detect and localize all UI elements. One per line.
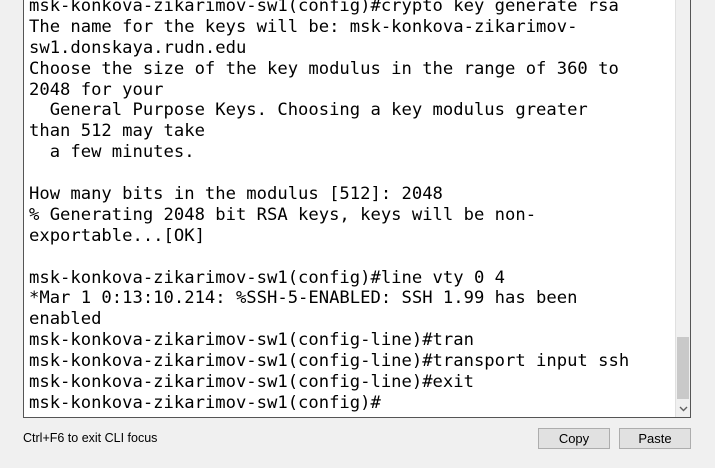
cli-terminal[interactable]: msk-konkova-zikarimov-sw1(config)#crypto… bbox=[23, 0, 691, 418]
terminal-line: *Mar 1 0:13:10.214: %SSH-5-ENABLED: SSH … bbox=[29, 288, 578, 309]
terminal-line: msk-konkova-zikarimov-sw1(config)#line v… bbox=[29, 267, 505, 288]
terminal-line: than 512 may take bbox=[29, 121, 205, 142]
terminal-line: msk-konkova-zikarimov-sw1(config-line)#e… bbox=[29, 372, 474, 393]
scrollbar-thumb[interactable] bbox=[677, 337, 689, 399]
terminal-line: msk-konkova-zikarimov-sw1(config-line)#t… bbox=[29, 330, 474, 351]
copy-button[interactable]: Copy bbox=[538, 428, 610, 449]
paste-button[interactable]: Paste bbox=[619, 428, 691, 449]
terminal-line: a few minutes. bbox=[29, 142, 195, 163]
terminal-line: Choose the size of the key modulus in th… bbox=[29, 58, 619, 79]
terminal-line: 2048 for your bbox=[29, 79, 164, 100]
terminal-line: The name for the keys will be: msk-konko… bbox=[29, 16, 578, 37]
chevron-down-icon[interactable] bbox=[676, 400, 690, 417]
terminal-line: sw1.donskaya.rudn.edu bbox=[29, 37, 247, 58]
terminal-line: How many bits in the modulus [512]: 2048 bbox=[29, 184, 443, 205]
terminal-line: msk-konkova-zikarimov-sw1(config)#crypto… bbox=[29, 0, 619, 16]
terminal-line: exportable...[OK] bbox=[29, 225, 205, 246]
terminal-line: % Generating 2048 bit RSA keys, keys wil… bbox=[29, 204, 537, 225]
terminal-output[interactable]: msk-konkova-zikarimov-sw1(config)#crypto… bbox=[29, 0, 674, 414]
terminal-prompt-line[interactable]: msk-konkova-zikarimov-sw1(config)# bbox=[29, 393, 674, 414]
cli-focus-hint: Ctrl+F6 to exit CLI focus bbox=[23, 431, 158, 445]
terminal-line: msk-konkova-zikarimov-sw1(config-line)#t… bbox=[29, 351, 630, 372]
vertical-scrollbar[interactable] bbox=[675, 0, 690, 417]
terminal-line: enabled bbox=[29, 309, 102, 330]
terminal-line: General Purpose Keys. Choosing a key mod… bbox=[29, 100, 588, 121]
